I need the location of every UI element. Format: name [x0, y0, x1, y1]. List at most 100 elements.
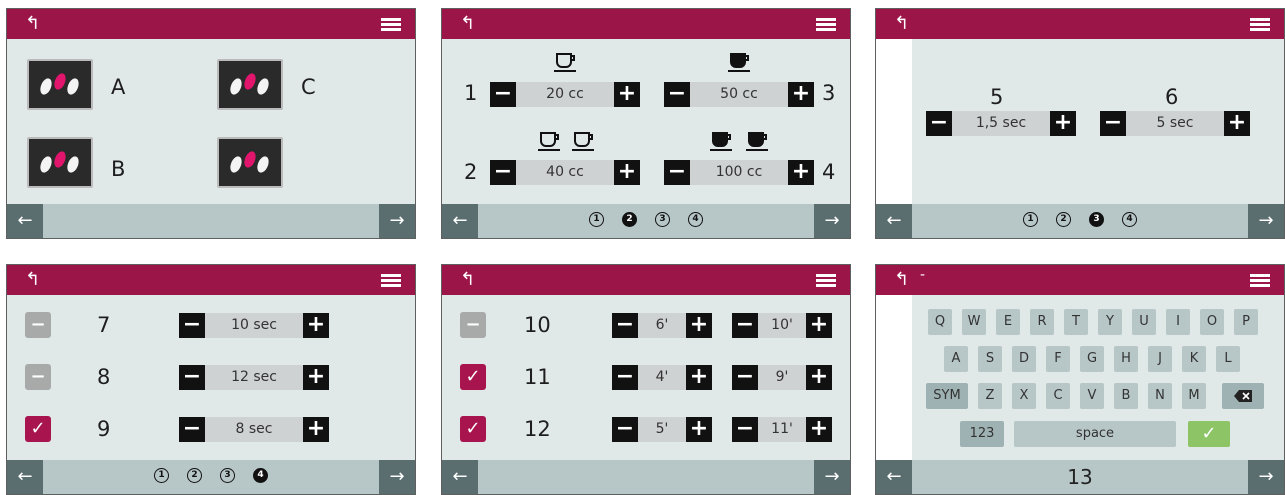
key-g[interactable]: G [1080, 346, 1104, 372]
left-arrow-icon[interactable]: ← [7, 204, 43, 238]
toggle-checkbox[interactable]: − [460, 312, 486, 338]
plus-button[interactable]: + [303, 417, 329, 442]
toggle-checkbox-checked[interactable]: ✓ [25, 416, 51, 442]
volume-stepper[interactable]: − 100 cc + [664, 160, 814, 185]
plus-button[interactable]: + [686, 417, 712, 442]
plus-button[interactable]: + [788, 160, 814, 185]
key-z[interactable]: Z [978, 383, 1002, 409]
plus-button[interactable]: + [1224, 111, 1250, 136]
plus-button[interactable]: + [806, 313, 832, 338]
key-l[interactable]: L [1216, 346, 1240, 372]
page-dot[interactable]: 2 [1056, 212, 1071, 227]
page-dot[interactable]: 4 [688, 212, 703, 227]
minus-button[interactable]: − [179, 313, 205, 338]
plus-button[interactable]: + [303, 365, 329, 390]
hamburger-menu-icon[interactable] [1250, 274, 1270, 287]
plus-button[interactable]: + [788, 82, 814, 107]
hamburger-menu-icon[interactable] [381, 18, 401, 31]
minute-stepper[interactable]: − 9' + [732, 365, 832, 390]
minus-button[interactable]: − [490, 82, 516, 107]
right-arrow-icon[interactable]: → [1248, 460, 1284, 494]
left-arrow-icon[interactable]: ← [442, 460, 478, 494]
back-arrow-icon[interactable]: ↰ [25, 13, 40, 35]
plus-button[interactable]: + [303, 313, 329, 338]
minus-button[interactable]: − [490, 160, 516, 185]
plus-button[interactable]: + [1050, 111, 1076, 136]
time-stepper[interactable]: − 10 sec + [179, 313, 329, 338]
plus-button[interactable]: + [614, 82, 640, 107]
toggle-checkbox[interactable]: − [25, 312, 51, 338]
key-123[interactable]: 123 [960, 421, 1004, 447]
key-v[interactable]: V [1080, 383, 1104, 409]
right-arrow-icon[interactable]: → [379, 460, 415, 494]
key-t[interactable]: T [1064, 309, 1088, 335]
key-u[interactable]: U [1132, 309, 1156, 335]
minus-button[interactable]: − [732, 417, 758, 442]
key-m[interactable]: M [1182, 383, 1206, 409]
key-sym[interactable]: SYM [926, 383, 968, 409]
plus-button[interactable]: + [686, 313, 712, 338]
back-arrow-icon[interactable]: ↰ [894, 13, 909, 35]
key-w[interactable]: W [962, 309, 986, 335]
minus-button[interactable]: − [1100, 111, 1126, 136]
key-e[interactable]: E [996, 309, 1020, 335]
page-dot-active[interactable]: 4 [253, 468, 268, 483]
key-i[interactable]: I [1166, 309, 1190, 335]
toggle-checkbox-checked[interactable]: ✓ [460, 416, 486, 442]
time-stepper[interactable]: − 1,5 sec + [926, 111, 1076, 136]
right-arrow-icon[interactable]: → [379, 204, 415, 238]
minute-stepper[interactable]: − 6' + [612, 313, 712, 338]
key-k[interactable]: K [1182, 346, 1206, 372]
page-dot[interactable]: 3 [220, 468, 235, 483]
time-stepper[interactable]: − 5 sec + [1100, 111, 1250, 136]
minus-button[interactable]: − [612, 313, 638, 338]
back-arrow-icon[interactable]: ↰ [460, 269, 475, 291]
minus-button[interactable]: − [732, 365, 758, 390]
page-dot[interactable]: 2 [187, 468, 202, 483]
page-dot[interactable]: 4 [1122, 212, 1137, 227]
time-stepper[interactable]: − 12 sec + [179, 365, 329, 390]
key-o[interactable]: O [1200, 309, 1224, 335]
time-stepper[interactable]: − 8 sec + [179, 417, 329, 442]
plus-button[interactable]: + [806, 417, 832, 442]
right-arrow-icon[interactable]: → [1248, 204, 1284, 238]
minus-button[interactable]: − [926, 111, 952, 136]
plus-button[interactable]: + [806, 365, 832, 390]
key-d[interactable]: D [1012, 346, 1036, 372]
hamburger-menu-icon[interactable] [816, 18, 836, 31]
volume-stepper[interactable]: − 50 cc + [664, 82, 814, 107]
toggle-checkbox[interactable]: − [25, 364, 51, 390]
confirm-checkmark-icon[interactable]: ✓ [1188, 421, 1230, 447]
coffee-beans-icon[interactable] [217, 59, 283, 110]
page-dot[interactable]: 1 [154, 468, 169, 483]
page-dot[interactable]: 1 [589, 212, 604, 227]
backspace-icon[interactable] [1222, 383, 1264, 409]
key-n[interactable]: N [1148, 383, 1172, 409]
key-p[interactable]: P [1234, 309, 1258, 335]
key-s[interactable]: S [978, 346, 1002, 372]
minus-button[interactable]: − [664, 160, 690, 185]
coffee-beans-icon[interactable] [27, 59, 93, 110]
minus-button[interactable]: − [732, 313, 758, 338]
volume-stepper[interactable]: − 20 cc + [490, 82, 640, 107]
minute-stepper[interactable]: − 10' + [732, 313, 832, 338]
hamburger-menu-icon[interactable] [816, 274, 836, 287]
key-x[interactable]: X [1012, 383, 1036, 409]
coffee-beans-icon[interactable] [217, 137, 283, 188]
minus-button[interactable]: − [179, 417, 205, 442]
plus-button[interactable]: + [614, 160, 640, 185]
page-dot-active[interactable]: 3 [1089, 212, 1104, 227]
minute-stepper[interactable]: − 4' + [612, 365, 712, 390]
back-arrow-icon[interactable]: ↰ [894, 269, 909, 291]
minute-stepper[interactable]: − 5' + [612, 417, 712, 442]
right-arrow-icon[interactable]: → [814, 204, 850, 238]
minus-button[interactable]: − [664, 82, 690, 107]
page-dot[interactable]: 1 [1023, 212, 1038, 227]
hamburger-menu-icon[interactable] [381, 274, 401, 287]
minus-button[interactable]: − [612, 365, 638, 390]
plus-button[interactable]: + [686, 365, 712, 390]
back-arrow-icon[interactable]: ↰ [460, 13, 475, 35]
minus-button[interactable]: − [179, 365, 205, 390]
toggle-checkbox-checked[interactable]: ✓ [460, 364, 486, 390]
key-a[interactable]: A [944, 346, 968, 372]
